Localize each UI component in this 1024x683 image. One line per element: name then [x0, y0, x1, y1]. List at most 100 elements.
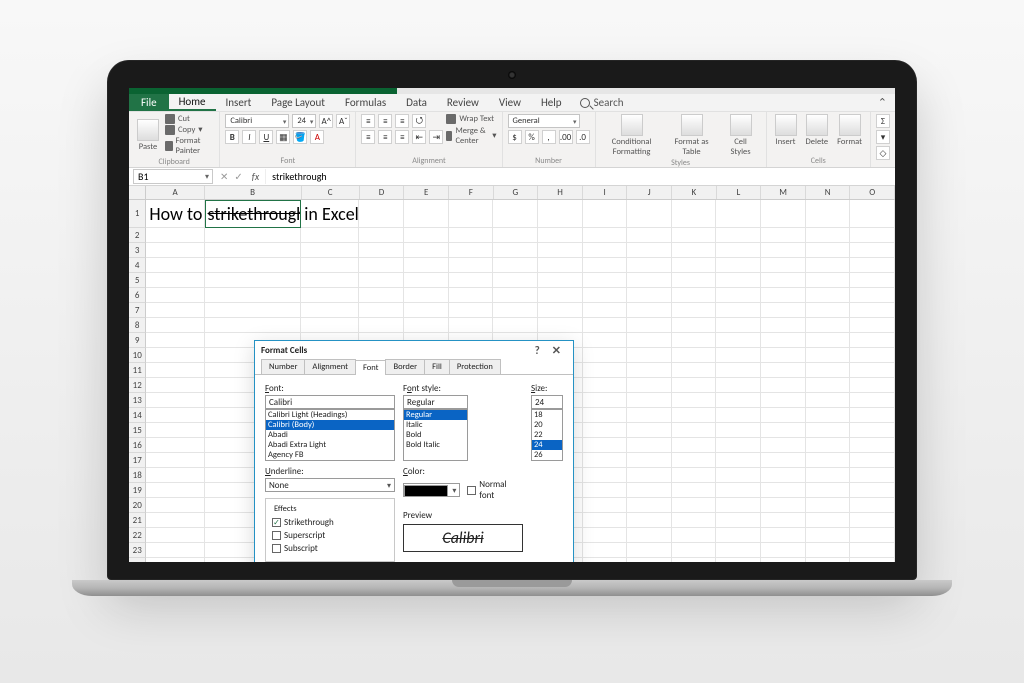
fx-icon[interactable]: fx: [246, 170, 265, 183]
cell-K12[interactable]: [672, 378, 717, 393]
size-list-item[interactable]: 24: [532, 440, 562, 450]
cell-E3[interactable]: [404, 243, 449, 258]
dialog-tab-fill[interactable]: Fill: [424, 359, 450, 374]
column-header-D[interactable]: D: [360, 186, 405, 199]
cell-N3[interactable]: [806, 243, 851, 258]
cell-N22[interactable]: [806, 528, 851, 543]
cell-J23[interactable]: [627, 543, 672, 558]
cell-J5[interactable]: [627, 273, 672, 288]
cell-F3[interactable]: [449, 243, 494, 258]
tab-data[interactable]: Data: [396, 94, 437, 111]
cell-I2[interactable]: [583, 228, 628, 243]
number-format-combo[interactable]: General: [508, 114, 580, 128]
cell-D4[interactable]: [359, 258, 404, 273]
column-header-N[interactable]: N: [806, 186, 851, 199]
tab-page-layout[interactable]: Page Layout: [261, 94, 335, 111]
column-header-B[interactable]: B: [205, 186, 302, 199]
dialog-help-icon[interactable]: ?: [529, 344, 546, 357]
conditional-formatting-button[interactable]: Conditional Formatting: [601, 114, 663, 157]
cell-H4[interactable]: [538, 258, 583, 273]
cell-K11[interactable]: [672, 363, 717, 378]
cell-I6[interactable]: [583, 288, 628, 303]
autosum-button[interactable]: Σ: [876, 114, 890, 128]
cell-I12[interactable]: [583, 378, 628, 393]
cell-M10[interactable]: [761, 348, 806, 363]
cell-A18[interactable]: [146, 468, 204, 483]
cell-M13[interactable]: [761, 393, 806, 408]
cell-K2[interactable]: [672, 228, 717, 243]
cell-I17[interactable]: [583, 453, 628, 468]
cell-A12[interactable]: [146, 378, 204, 393]
cell-O7[interactable]: [850, 303, 895, 318]
format-as-table-button[interactable]: Format as Table: [666, 114, 718, 157]
cell-N15[interactable]: [806, 423, 851, 438]
cell-K21[interactable]: [672, 513, 717, 528]
bold-button[interactable]: B: [225, 130, 239, 144]
format-cells-button[interactable]: Format: [834, 114, 865, 147]
cell-L15[interactable]: [716, 423, 761, 438]
cell-K3[interactable]: [672, 243, 717, 258]
cell-F5[interactable]: [449, 273, 494, 288]
cell-M9[interactable]: [761, 333, 806, 348]
cell-A17[interactable]: [146, 453, 204, 468]
cell-L5[interactable]: [716, 273, 761, 288]
cell-M12[interactable]: [761, 378, 806, 393]
font-list-item[interactable]: Abadi Extra Light: [266, 440, 394, 450]
tab-file[interactable]: File: [129, 94, 169, 111]
column-header-F[interactable]: F: [449, 186, 494, 199]
cell-F6[interactable]: [449, 288, 494, 303]
align-left-button[interactable]: ≡: [361, 130, 375, 144]
cell-F4[interactable]: [449, 258, 494, 273]
cut-button[interactable]: Cut: [165, 114, 214, 124]
cell-E6[interactable]: [404, 288, 449, 303]
align-middle-button[interactable]: ≡: [378, 114, 392, 128]
cell-B5[interactable]: [205, 273, 302, 288]
row-header-13[interactable]: 13: [129, 393, 146, 408]
cell-B3[interactable]: [205, 243, 302, 258]
cell-B4[interactable]: [205, 258, 302, 273]
cell-G8[interactable]: [493, 318, 538, 333]
cell-H7[interactable]: [538, 303, 583, 318]
underline-select[interactable]: None: [265, 478, 395, 492]
cell-M17[interactable]: [761, 453, 806, 468]
fill-button[interactable]: ▾: [876, 130, 890, 144]
cell-I16[interactable]: [583, 438, 628, 453]
cell-N10[interactable]: [806, 348, 851, 363]
cell-D7[interactable]: [359, 303, 404, 318]
cell-O19[interactable]: [850, 483, 895, 498]
cell-K18[interactable]: [672, 468, 717, 483]
cell-E1[interactable]: [404, 200, 449, 228]
cell-C7[interactable]: [301, 303, 359, 318]
cell-A2[interactable]: [146, 228, 204, 243]
cell-O17[interactable]: [850, 453, 895, 468]
cell-N17[interactable]: [806, 453, 851, 468]
strikethrough-checkbox[interactable]: ✓Strikethrough: [272, 516, 388, 529]
cell-L7[interactable]: [716, 303, 761, 318]
decrease-indent-button[interactable]: ⇤: [412, 130, 426, 144]
column-header-I[interactable]: I: [583, 186, 628, 199]
cell-G2[interactable]: [493, 228, 538, 243]
row-header-1[interactable]: 1: [129, 200, 146, 228]
cell-M1[interactable]: [761, 200, 806, 228]
font-list-item[interactable]: Abadi: [266, 430, 394, 440]
dialog-tab-alignment[interactable]: Alignment: [304, 359, 356, 374]
cell-G1[interactable]: [493, 200, 538, 228]
cell-I15[interactable]: [583, 423, 628, 438]
cell-I20[interactable]: [583, 498, 628, 513]
cell-O23[interactable]: [850, 543, 895, 558]
cell-B7[interactable]: [205, 303, 302, 318]
cell-F8[interactable]: [449, 318, 494, 333]
cell-I10[interactable]: [583, 348, 628, 363]
cell-L10[interactable]: [716, 348, 761, 363]
accept-formula-icon[interactable]: ✓: [231, 170, 245, 183]
cell-M5[interactable]: [761, 273, 806, 288]
cell-M19[interactable]: [761, 483, 806, 498]
cell-C3[interactable]: [301, 243, 359, 258]
column-header-O[interactable]: O: [850, 186, 895, 199]
cell-B2[interactable]: [205, 228, 302, 243]
cell-E2[interactable]: [404, 228, 449, 243]
cell-A24[interactable]: [146, 558, 204, 562]
cell-A21[interactable]: [146, 513, 204, 528]
cell-I9[interactable]: [583, 333, 628, 348]
tab-review[interactable]: Review: [437, 94, 489, 111]
